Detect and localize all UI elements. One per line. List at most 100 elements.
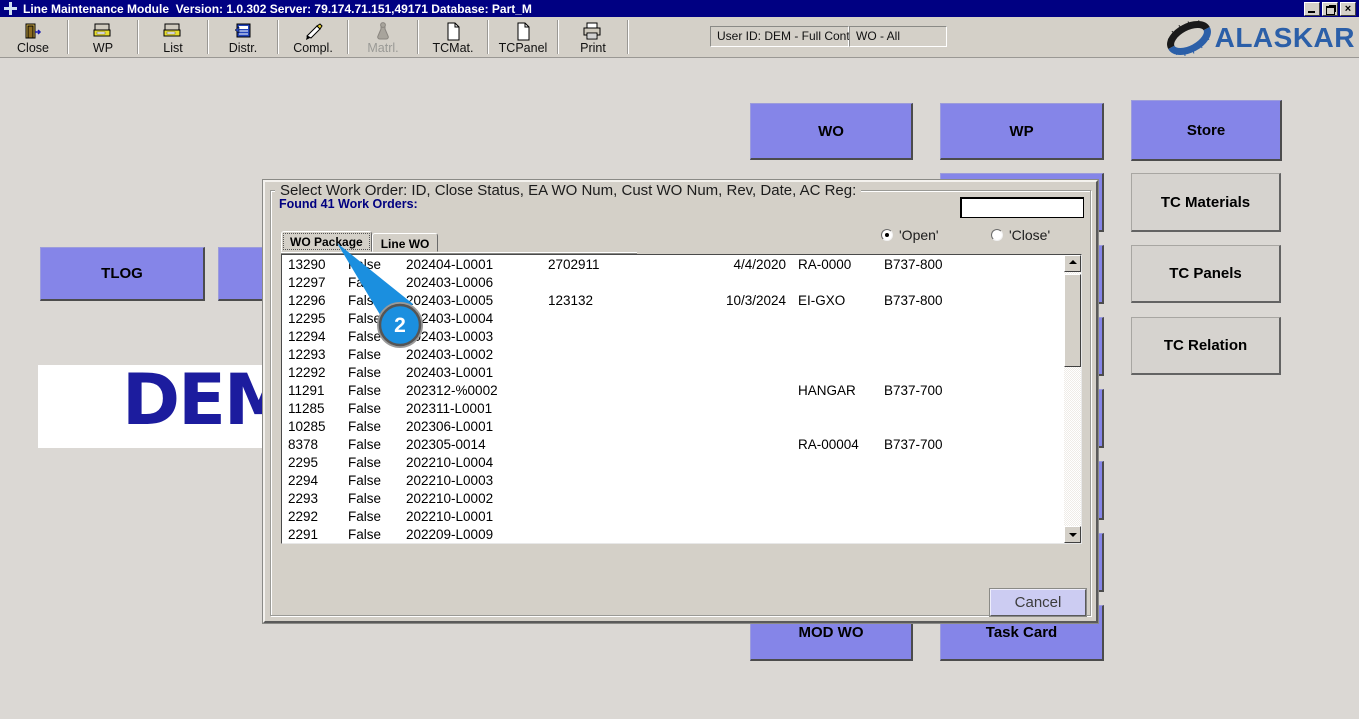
minimize-button[interactable] xyxy=(1304,1,1320,16)
wo-cell: 2293 xyxy=(288,491,319,506)
step-annotation: 2 xyxy=(337,243,423,348)
document-icon xyxy=(515,21,531,41)
store-button[interactable]: Store xyxy=(1131,100,1282,161)
dialog-title: Select Work Order: ID, Close Status, EA … xyxy=(275,182,862,199)
wo-cell: 4/4/2020 xyxy=(733,257,786,272)
tc-relation-button[interactable]: TC Relation xyxy=(1131,317,1281,375)
dem-text: DEM xyxy=(122,365,270,441)
wo-cell: 2291 xyxy=(288,527,319,542)
wp-button[interactable]: WP xyxy=(940,103,1104,160)
wo-row[interactable]: 8378 False 202305-0014 RA-00004 B737-700 xyxy=(282,437,1064,455)
radio-open-label: 'Open' xyxy=(899,227,939,243)
radio-close[interactable]: 'Close' xyxy=(991,227,1050,243)
wo-cell: RA-0000 xyxy=(798,257,852,272)
wo-cell: False xyxy=(348,455,382,470)
wo-cell: False xyxy=(348,401,382,416)
wo-cell: 10285 xyxy=(288,419,326,434)
cancel-button[interactable]: Cancel xyxy=(989,588,1087,617)
wo-row[interactable]: 2293 False 202210-L0002 xyxy=(282,491,1064,509)
wo-cell: 202311-L0001 xyxy=(406,401,493,416)
toolbar-close-button[interactable]: Close xyxy=(0,17,66,57)
wo-cell: B737-700 xyxy=(884,383,943,398)
tc-materials-button[interactable]: TC Materials xyxy=(1131,173,1281,232)
tlog-button[interactable]: TLOG xyxy=(40,247,205,301)
alaskar-swirl-icon xyxy=(1166,19,1211,56)
tc-panels-button[interactable]: TC Panels xyxy=(1131,245,1281,303)
toolbar-tcmat-button[interactable]: TCMat. xyxy=(420,17,486,57)
vertical-scrollbar[interactable] xyxy=(1064,255,1081,543)
wo-cell: 12292 xyxy=(288,365,326,380)
flask-icon xyxy=(375,21,391,41)
radio-close-circle[interactable] xyxy=(991,229,1003,241)
toolbar-wp-button[interactable]: WP xyxy=(70,17,136,57)
wo-row[interactable]: 2295 False 202210-L0004 xyxy=(282,455,1064,473)
radio-open[interactable]: 'Open' xyxy=(881,227,939,243)
toolbar-separator xyxy=(627,20,629,54)
distribution-grid-icon xyxy=(233,21,253,41)
wo-cell: 202210-L0003 xyxy=(406,473,494,488)
wo-cell: EI-GXO xyxy=(798,293,846,308)
wo-row[interactable]: 2292 False 202210-L0001 xyxy=(282,509,1064,527)
wo-cell: 202209-L0009 xyxy=(406,527,494,542)
window-title: Line Maintenance Module Version: 1.0.302… xyxy=(23,1,532,16)
wo-row[interactable]: 11285 False 202311-L0001 xyxy=(282,401,1064,419)
wo-cell: 2702911 xyxy=(548,257,600,272)
wo-row[interactable]: 10285 False 202306-L0001 xyxy=(282,419,1064,437)
wo-cell: 11291 xyxy=(288,383,325,398)
wo-cell: False xyxy=(348,491,382,506)
toolbar-compl-button[interactable]: Compl. xyxy=(280,17,346,57)
exit-door-icon xyxy=(23,21,43,41)
scroll-down-icon[interactable] xyxy=(1064,526,1081,543)
wo-cell: 202403-L0001 xyxy=(406,365,494,380)
radio-open-circle[interactable] xyxy=(881,229,893,241)
toolbar-separator xyxy=(417,20,419,54)
search-input[interactable] xyxy=(960,197,1084,218)
title-bar: Line Maintenance Module Version: 1.0.302… xyxy=(0,0,1359,17)
toolbar-print-button[interactable]: Print xyxy=(560,17,626,57)
wo-row[interactable]: 11291 False 202312-%0002 HANGAR B737-700 xyxy=(282,383,1064,401)
toolbar-separator xyxy=(137,20,139,54)
wo-cell: False xyxy=(348,383,382,398)
wo-cell: False xyxy=(348,473,382,488)
toolbar-matrl-button[interactable]: Matrl. xyxy=(350,17,416,57)
scrollbar-thumb[interactable] xyxy=(1064,274,1081,367)
wo-cell: False xyxy=(348,437,382,452)
scroll-up-icon[interactable] xyxy=(1064,255,1081,272)
toolbar-separator xyxy=(277,20,279,54)
toolbar-distr-button[interactable]: Distr. xyxy=(210,17,276,57)
restore-button[interactable] xyxy=(1322,1,1338,16)
toolbar-tcpanel-button[interactable]: TCPanel xyxy=(490,17,556,57)
wo-cell: 202210-L0001 xyxy=(406,509,494,524)
wo-row[interactable]: 2294 False 202210-L0003 xyxy=(282,473,1064,491)
toolbar-separator xyxy=(207,20,209,54)
wo-cell: 2294 xyxy=(288,473,319,488)
printer-report-icon xyxy=(162,21,184,41)
printer-icon xyxy=(582,21,604,41)
wo-cell: 202306-L0001 xyxy=(406,419,494,434)
wo-cell: B737-800 xyxy=(884,293,943,308)
wo-cell: RA-00004 xyxy=(798,437,859,452)
wo-cell: 123132 xyxy=(548,293,594,308)
radio-close-label: 'Close' xyxy=(1009,227,1051,243)
signing-hand-icon xyxy=(303,21,323,41)
wo-cell: False xyxy=(348,365,382,380)
toolbar-separator xyxy=(67,20,69,54)
toolbar-separator xyxy=(347,20,349,54)
toolbar: Close WP List Distr. Compl. Matrl. TCMat… xyxy=(0,17,1359,58)
annotation-step-number: 2 xyxy=(394,314,406,337)
wo-cell: False xyxy=(348,527,382,542)
wo-cell: B737-800 xyxy=(884,257,943,272)
printer-report-icon xyxy=(92,21,114,41)
wo-scope-box: WO - All xyxy=(849,26,947,47)
wo-button[interactable]: WO xyxy=(750,103,913,160)
toolbar-list-button[interactable]: List xyxy=(140,17,206,57)
alaskar-logo: ALASKAR xyxy=(1163,17,1355,58)
wo-cell: 2292 xyxy=(288,509,319,524)
window-close-button[interactable]: × xyxy=(1340,1,1356,16)
dem-banner: DEM xyxy=(38,365,270,448)
toolbar-separator xyxy=(487,20,489,54)
wo-row[interactable]: 2291 False 202209-L0009 xyxy=(282,527,1064,543)
wo-row[interactable]: 12292 False 202403-L0001 xyxy=(282,365,1064,383)
toolbar-separator xyxy=(557,20,559,54)
found-count-label: Found 41 Work Orders: xyxy=(279,197,418,211)
